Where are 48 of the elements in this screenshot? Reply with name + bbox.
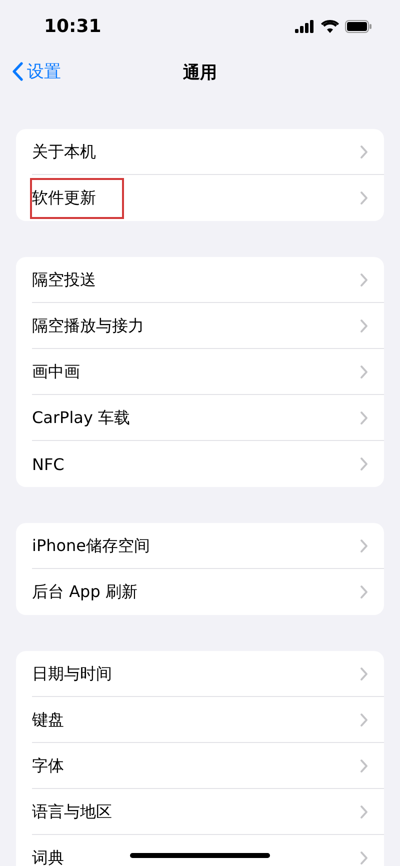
chevron-left-icon — [12, 62, 23, 81]
row-label: 软件更新 — [30, 178, 124, 218]
row-label: 隔空播放与接力 — [31, 314, 145, 336]
row-label: CarPlay 车载 — [31, 406, 132, 428]
settings-row[interactable]: 软件更新 — [16, 175, 384, 221]
row-label: iPhone储存空间 — [31, 534, 152, 556]
back-button[interactable]: 设置 — [8, 58, 65, 85]
chevron-right-icon — [360, 273, 368, 287]
chevron-right-icon — [360, 145, 368, 159]
settings-row[interactable]: NFC — [16, 441, 384, 487]
status-time: 10:31 — [44, 16, 102, 36]
settings-row[interactable]: 隔空投送 — [16, 257, 384, 303]
row-label: NFC — [31, 454, 66, 476]
chevron-right-icon — [360, 365, 368, 379]
chevron-right-icon — [360, 585, 368, 599]
settings-row[interactable]: CarPlay 车载 — [16, 395, 384, 441]
chevron-right-icon — [360, 805, 368, 819]
row-label: 日期与时间 — [31, 662, 113, 684]
row-label: 隔空投送 — [31, 268, 97, 290]
row-label: 语言与地区 — [31, 800, 113, 822]
settings-row[interactable]: 后台 App 刷新 — [16, 569, 384, 615]
settings-row[interactable]: 日期与时间 — [16, 651, 384, 697]
chevron-right-icon — [360, 319, 368, 333]
page-title: 通用 — [183, 62, 217, 84]
row-label: 关于本机 — [31, 140, 97, 162]
settings-row[interactable]: 关于本机 — [16, 129, 384, 175]
battery-icon — [345, 20, 372, 32]
chevron-right-icon — [360, 457, 368, 471]
settings-row[interactable]: 键盘 — [16, 697, 384, 743]
chevron-right-icon — [360, 191, 368, 205]
chevron-right-icon — [360, 851, 368, 865]
chevron-right-icon — [360, 759, 368, 773]
row-label: 字体 — [31, 754, 65, 776]
chevron-right-icon — [360, 411, 368, 425]
settings-row[interactable]: 字体 — [16, 743, 384, 789]
row-label: 画中画 — [31, 360, 81, 382]
chevron-right-icon — [360, 539, 368, 553]
row-label: 后台 App 刷新 — [31, 580, 138, 602]
settings-row[interactable]: 语言与地区 — [16, 789, 384, 835]
settings-row[interactable]: 隔空播放与接力 — [16, 303, 384, 349]
chevron-right-icon — [360, 667, 368, 681]
signal-icon — [295, 20, 315, 32]
chevron-right-icon — [360, 713, 368, 727]
settings-row[interactable]: 画中画 — [16, 349, 384, 395]
wifi-icon — [321, 20, 339, 32]
row-label: 键盘 — [31, 708, 65, 730]
settings-row[interactable]: iPhone储存空间 — [16, 523, 384, 569]
row-label: 词典 — [31, 846, 65, 866]
